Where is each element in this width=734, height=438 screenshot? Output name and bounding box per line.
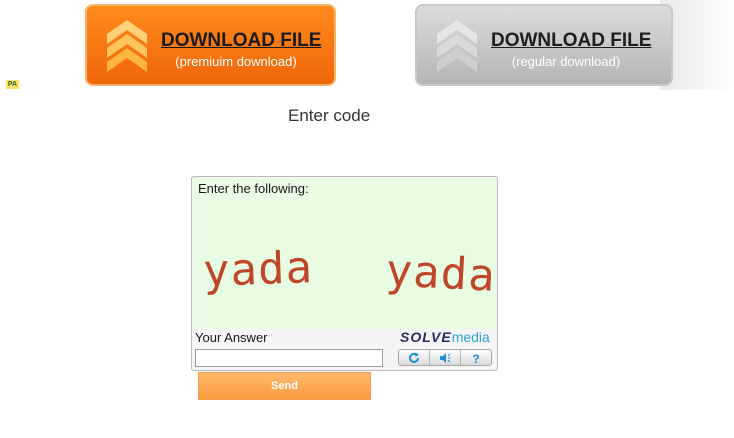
captcha-instruction: Enter the following:	[198, 181, 309, 196]
answer-input[interactable]	[195, 349, 383, 367]
solve-media-logo: SOLVEmedia	[400, 329, 490, 345]
captcha-challenge: yada yada	[202, 242, 497, 302]
chevrons-up-icon	[107, 20, 147, 72]
audio-icon	[440, 352, 451, 363]
download-premium-subtitle: (premiuim download)	[175, 54, 297, 69]
captcha-word: yada	[202, 242, 314, 297]
chevrons-up-icon	[437, 20, 477, 72]
pa-tag: PA	[6, 80, 19, 89]
help-button[interactable]: ?	[461, 350, 491, 365]
help-icon: ?	[472, 352, 479, 364]
captcha-image: Enter the following: yada yada	[193, 178, 497, 329]
download-premium-title: DOWNLOAD FILE	[161, 30, 322, 51]
brand-part2: media	[451, 329, 490, 345]
your-answer-label: Your Answer	[195, 330, 268, 345]
send-button[interactable]: Send	[198, 372, 371, 400]
captcha-word: yada	[384, 245, 497, 302]
svg-text:?: ?	[472, 352, 479, 364]
download-regular-title: DOWNLOAD FILE	[491, 30, 652, 51]
download-regular-button[interactable]: DOWNLOAD FILE (regular download)	[415, 4, 673, 86]
download-regular-subtitle: (regular download)	[511, 54, 621, 69]
captcha-controls: ?	[398, 349, 492, 366]
brand-part1: SOLVE	[400, 329, 452, 345]
audio-button[interactable]	[430, 350, 461, 365]
enter-code-heading: Enter code	[288, 106, 371, 125]
refresh-button[interactable]	[399, 350, 430, 365]
refresh-icon	[409, 352, 419, 363]
captcha-widget: Enter the following: yada yada Your Answ…	[191, 176, 498, 371]
download-premium-button[interactable]: DOWNLOAD FILE (premiuim download)	[85, 4, 336, 86]
